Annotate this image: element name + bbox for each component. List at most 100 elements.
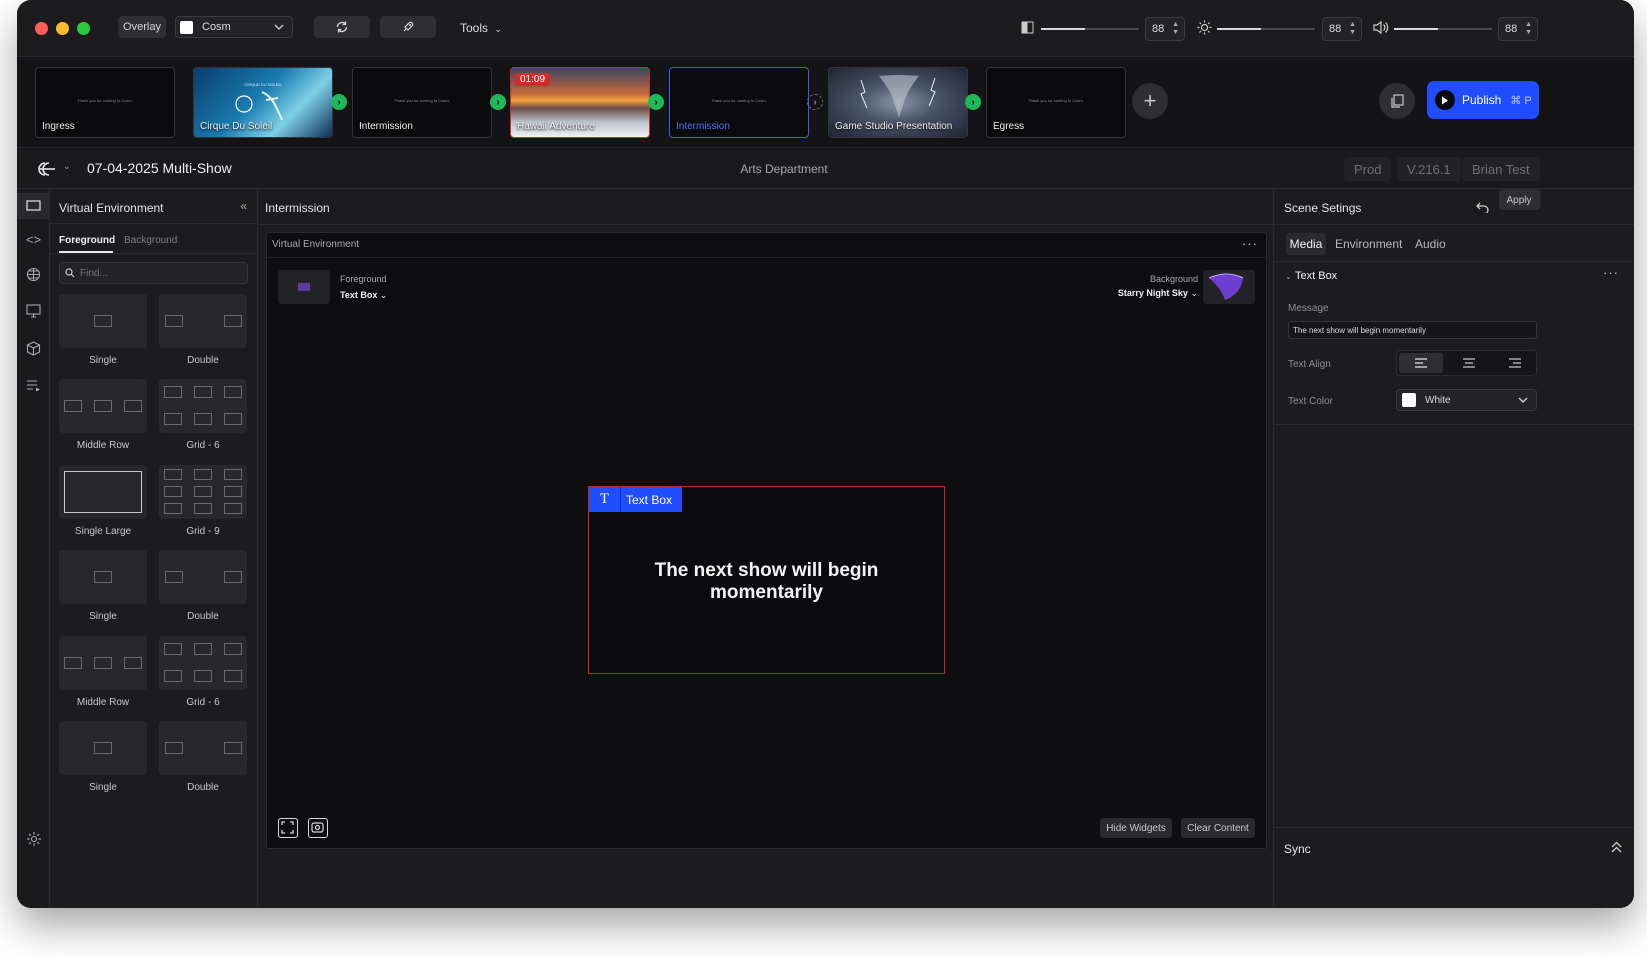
settings-gear-icon[interactable] — [25, 831, 42, 848]
hide-widgets-button[interactable]: Hide Widgets — [1100, 818, 1172, 838]
apply-button[interactable]: Apply — [1499, 190, 1539, 210]
transition-arrow-icon[interactable]: › — [331, 94, 347, 110]
scene-label: Intermission — [676, 121, 730, 132]
section-title[interactable]: Text Box — [1295, 270, 1337, 282]
tab-environment[interactable]: Environment — [1335, 237, 1402, 251]
layout-tile-grid-9[interactable] — [159, 465, 247, 519]
align-center-button[interactable] — [1447, 353, 1491, 373]
close-window-button[interactable] — [35, 22, 48, 35]
text-color-select[interactable]: White — [1396, 389, 1537, 411]
preview-view-icon[interactable] — [308, 818, 328, 838]
text-box-message: The next show will begin momentarily — [654, 560, 879, 603]
layout-tile-middle-row[interactable] — [59, 636, 147, 690]
stepper-icon[interactable]: ▲ ▼ — [1525, 21, 1532, 37]
tools-menu[interactable]: Tools ⌄ — [460, 21, 502, 35]
more-options-icon[interactable]: ··· — [1603, 265, 1619, 280]
chevron-double-up-icon[interactable] — [1611, 841, 1622, 853]
duplicate-button[interactable] — [1379, 83, 1415, 119]
background-preview[interactable] — [1203, 270, 1255, 304]
launch-button[interactable] — [380, 16, 436, 38]
align-right-button[interactable] — [1493, 353, 1537, 373]
layout-tile-single-large[interactable] — [59, 465, 147, 519]
text-box-widget[interactable]: T Text Box The next show will begin mome… — [588, 486, 945, 674]
tab-audio[interactable]: Audio — [1415, 237, 1446, 251]
canvas-label: Virtual Environment — [272, 239, 360, 250]
overlay-button[interactable]: Overlay — [118, 16, 166, 38]
layout-tile-single[interactable] — [59, 721, 147, 775]
copy-icon — [1391, 94, 1404, 108]
layout-tile-double[interactable] — [159, 721, 247, 775]
brightness-slider[interactable] — [1217, 28, 1315, 30]
volume-input[interactable]: 88 ▲ ▼ — [1498, 17, 1538, 41]
scene-card-cirque[interactable]: CIRQUE DU SOLEIL Cirque Du Soleil — [193, 67, 333, 138]
clear-content-button[interactable]: Clear Content — [1181, 818, 1255, 838]
code-icon[interactable]: <> — [25, 231, 42, 248]
layout-tile-double[interactable] — [159, 294, 247, 348]
tab-foreground[interactable]: Foreground — [59, 235, 115, 246]
tab-background[interactable]: Background — [124, 235, 177, 246]
layout-label: Single — [89, 611, 117, 622]
transition-arrow-icon[interactable]: › — [490, 94, 506, 110]
add-scene-button[interactable]: + — [1132, 83, 1168, 119]
stepper-icon[interactable]: ▲ ▼ — [1172, 21, 1179, 37]
globe-icon[interactable] — [25, 267, 42, 284]
foreground-select[interactable]: Text Box ⌄ — [340, 290, 387, 301]
contrast-icon — [1021, 21, 1034, 34]
sync-section-title[interactable]: Sync — [1284, 842, 1311, 856]
contrast-input[interactable]: 88 ▲ ▼ — [1145, 17, 1185, 41]
text-color-value: White — [1425, 394, 1451, 406]
more-options-icon[interactable]: ··· — [1242, 236, 1258, 251]
source-select[interactable]: Cosm — [175, 16, 293, 38]
fullscreen-icon[interactable] — [278, 818, 298, 838]
volume-icon — [1373, 20, 1389, 35]
maximize-window-button[interactable] — [77, 22, 90, 35]
tab-media[interactable]: Media — [1286, 233, 1326, 255]
publish-button[interactable]: Publish ⌘ P — [1427, 81, 1539, 119]
contrast-slider[interactable] — [1041, 28, 1139, 30]
scene-card-intermission[interactable]: Thank you for coming to Cosm. Intermissi… — [352, 67, 492, 138]
monitor-icon[interactable] — [25, 304, 42, 321]
transition-pending-icon[interactable]: › — [807, 94, 823, 110]
transition-arrow-icon[interactable]: › — [965, 94, 981, 110]
layout-tile-grid-6[interactable] — [159, 636, 247, 690]
layout-search-input[interactable] — [80, 266, 240, 280]
transition-arrow-icon[interactable]: › — [648, 94, 664, 110]
volume-slider[interactable] — [1394, 28, 1492, 30]
layout-tile-middle-row[interactable] — [59, 379, 147, 433]
brightness-input[interactable]: 88 ▲ ▼ — [1322, 17, 1362, 41]
message-input[interactable] — [1288, 321, 1537, 339]
layout-tile-double[interactable] — [159, 550, 247, 604]
scene-card-game-studio[interactable]: Game Studio Presentation — [828, 67, 968, 138]
playlist-icon[interactable] — [25, 379, 42, 396]
cube-icon[interactable] — [25, 341, 42, 358]
sync-cycle-button[interactable] — [314, 16, 370, 38]
layout-search-field[interactable] — [59, 262, 248, 284]
scene-card-hawaii-live[interactable]: 01:09 Hawaii Adventure — [510, 67, 650, 138]
user-chip[interactable]: Brian Test — [1462, 157, 1540, 181]
foreground-preview[interactable] — [278, 270, 330, 304]
chevron-down-icon[interactable]: ⌄ — [1285, 272, 1292, 281]
plus-icon: + — [1143, 88, 1157, 113]
scene-thumb-text: Thank you for coming to Cosm. — [77, 98, 133, 103]
stepper-icon[interactable]: ▲ ▼ — [1349, 21, 1356, 37]
layout-tile-single[interactable] — [59, 294, 147, 348]
contrast-value: 88 — [1152, 23, 1165, 35]
environment-chip[interactable]: Prod — [1344, 157, 1392, 181]
divider — [1274, 827, 1634, 828]
collapse-panel-icon[interactable]: « — [240, 199, 247, 213]
scene-card-egress[interactable]: Thank you for coming to Cosm. Egress — [986, 67, 1126, 138]
align-right-icon — [1509, 358, 1521, 368]
refresh-icon — [336, 21, 348, 33]
foreground-swatch — [298, 283, 310, 291]
rail-environment-button[interactable] — [17, 193, 50, 219]
minimize-window-button[interactable] — [56, 22, 69, 35]
scene-card-ingress[interactable]: Thank you for coming to Cosm. Ingress — [35, 67, 175, 138]
layout-tile-grid-6[interactable] — [159, 379, 247, 433]
scene-card-intermission-selected[interactable]: Thank you for coming to Cosm. Intermissi… — [669, 67, 809, 138]
play-icon — [1435, 90, 1455, 110]
layout-label: Single — [89, 782, 117, 793]
undo-icon[interactable] — [1476, 202, 1489, 213]
background-select[interactable]: Starry Night Sky ⌄ — [1118, 288, 1198, 299]
layout-tile-single[interactable] — [59, 550, 147, 604]
align-left-button[interactable] — [1399, 353, 1443, 373]
